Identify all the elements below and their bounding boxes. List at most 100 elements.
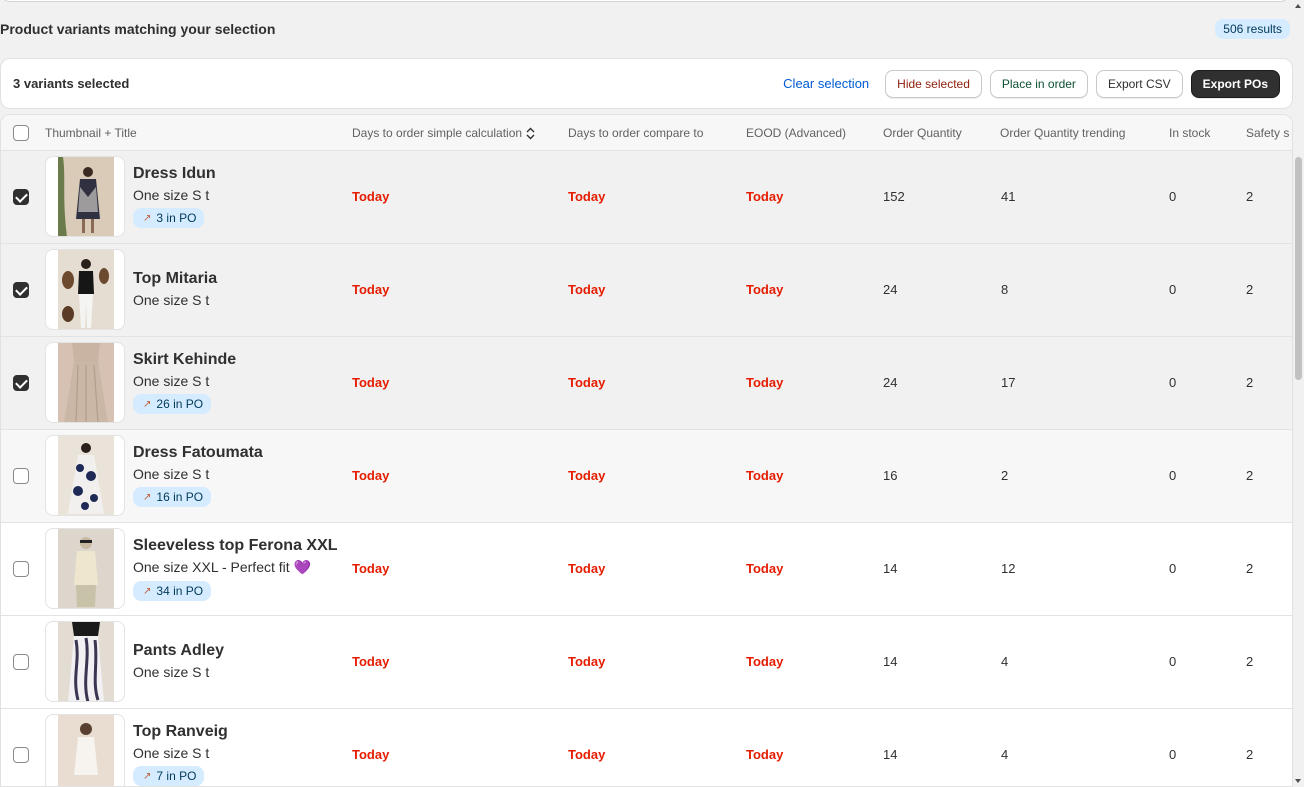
row-checkbox[interactable] <box>13 468 29 484</box>
product-title[interactable]: Pants Adley <box>133 642 224 660</box>
row-checkbox[interactable] <box>13 747 29 763</box>
variant-label: One size S t <box>133 466 210 482</box>
product-thumbnail[interactable] <box>45 714 125 786</box>
order-quantity-cell: 24 <box>883 375 898 390</box>
safety-stock-cell: 2 <box>1246 282 1254 297</box>
select-all-checkbox[interactable] <box>13 125 29 141</box>
column-header-days-simple[interactable]: Days to order simple calculation <box>352 126 535 140</box>
in-stock-cell: 0 <box>1169 654 1177 669</box>
table-row[interactable]: Top Mitaria One size S t Today Today Tod… <box>1 244 1292 337</box>
row-checkbox[interactable] <box>13 375 29 391</box>
page-title: Product variants matching your selection <box>0 21 276 37</box>
days-compare-cell: Today <box>568 375 606 390</box>
table-row[interactable]: Top Ranveig One size S t ↗ 7 in PO Today … <box>1 709 1292 786</box>
column-header-thumbnail-title[interactable]: Thumbnail + Title <box>45 126 137 140</box>
days-simple-cell: Today <box>352 375 390 390</box>
table-row[interactable]: Skirt Kehinde One size S t ↗ 26 in PO Tod… <box>1 337 1292 430</box>
days-simple-cell: Today <box>352 654 390 669</box>
product-title[interactable]: Dress Idun <box>133 165 216 183</box>
in-stock-cell: 0 <box>1169 747 1177 762</box>
product-title[interactable]: Dress Fatoumata <box>133 444 263 462</box>
scrollbar-thumb[interactable] <box>1295 157 1302 380</box>
variant-label: One size S t <box>133 187 210 203</box>
column-header-order-quantity[interactable]: Order Quantity <box>883 126 962 140</box>
results-count-badge: 506 results <box>1215 19 1290 39</box>
order-quantity-trending-cell: 2 <box>1001 468 1009 483</box>
product-info: Top Ranveig One size S t ↗ 7 in PO <box>133 723 228 786</box>
table-row[interactable]: Dress Fatoumata One size S t ↗ 16 in PO T… <box>1 430 1292 523</box>
in-stock-cell: 0 <box>1169 468 1177 483</box>
package-icon: ↗ <box>143 770 152 782</box>
package-icon: ↗ <box>143 491 152 503</box>
table-header: Thumbnail + Title Days to order simple c… <box>1 115 1292 151</box>
product-title[interactable]: Sleeveless top Ferona XXL <box>133 537 338 555</box>
column-header-days-simple-label: Days to order simple calculation <box>352 126 523 140</box>
table-row[interactable]: Pants Adley One size S t Today Today Tod… <box>1 616 1292 709</box>
place-in-order-button[interactable]: Place in order <box>989 69 1088 98</box>
product-title[interactable]: Skirt Kehinde <box>133 351 236 369</box>
days-compare-cell: Today <box>568 189 606 204</box>
po-badge: ↗ 16 in PO <box>133 487 212 507</box>
variant-label: One size S t <box>133 745 210 761</box>
product-thumbnail[interactable] <box>45 621 125 702</box>
in-stock-cell: 0 <box>1169 282 1177 297</box>
package-icon: ↗ <box>143 585 152 597</box>
scroll-down-icon[interactable] <box>1295 779 1301 783</box>
column-header-eood[interactable]: EOOD (Advanced) <box>746 126 846 140</box>
package-icon: ↗ <box>143 212 152 224</box>
days-simple-cell: Today <box>352 747 390 762</box>
order-quantity-cell: 16 <box>883 468 898 483</box>
days-compare-cell: Today <box>568 282 606 297</box>
row-checkbox[interactable] <box>13 189 29 205</box>
days-compare-cell: Today <box>568 747 606 762</box>
order-quantity-trending-cell: 4 <box>1001 747 1009 762</box>
variant-label: One size S t <box>133 292 210 308</box>
export-pos-button[interactable]: Export POs <box>1190 69 1280 98</box>
variant-label: One size XXL - Perfect fit 💜 <box>133 559 311 575</box>
table-row[interactable]: Sleeveless top Ferona XXL One size XXL -… <box>1 523 1292 616</box>
eood-cell: Today <box>746 654 784 669</box>
column-header-days-compare[interactable]: Days to order compare to <box>568 126 703 140</box>
product-thumbnail[interactable] <box>45 249 125 330</box>
po-badge: ↗ 26 in PO <box>133 394 212 414</box>
order-quantity-trending-cell: 4 <box>1001 654 1009 669</box>
product-info: Dress Fatoumata One size S t ↗ 16 in PO <box>133 444 263 507</box>
product-thumbnail[interactable] <box>45 156 125 237</box>
column-header-order-quantity-trending[interactable]: Order Quantity trending <box>1000 126 1125 140</box>
order-quantity-trending-cell: 8 <box>1001 282 1009 297</box>
row-checkbox[interactable] <box>13 654 29 670</box>
order-quantity-trending-cell: 17 <box>1001 375 1016 390</box>
row-checkbox[interactable] <box>13 282 29 298</box>
in-stock-cell: 0 <box>1169 561 1177 576</box>
scroll-up-icon[interactable] <box>1295 4 1301 8</box>
export-csv-button[interactable]: Export CSV <box>1095 69 1183 98</box>
days-simple-cell: Today <box>352 282 390 297</box>
order-quantity-trending-cell: 12 <box>1001 561 1016 576</box>
hide-selected-button[interactable]: Hide selected <box>885 69 982 98</box>
variants-table: Thumbnail + Title Days to order simple c… <box>0 114 1293 787</box>
sort-icon[interactable] <box>526 127 535 140</box>
po-badge: ↗ 7 in PO <box>133 766 205 786</box>
in-stock-cell: 0 <box>1169 189 1177 204</box>
column-header-in-stock[interactable]: In stock <box>1169 126 1210 140</box>
product-thumbnail[interactable] <box>45 528 125 609</box>
eood-cell: Today <box>746 468 784 483</box>
product-title[interactable]: Top Ranveig <box>133 723 228 741</box>
days-simple-cell: Today <box>352 189 390 204</box>
table-row[interactable]: Dress Idun One size S t ↗ 3 in PO Today T… <box>1 151 1292 244</box>
row-checkbox[interactable] <box>13 561 29 577</box>
safety-stock-cell: 2 <box>1246 561 1254 576</box>
days-simple-cell: Today <box>352 561 390 576</box>
po-badge-label: 16 in PO <box>156 490 204 504</box>
column-header-safety-stock[interactable]: Safety s <box>1246 126 1289 140</box>
safety-stock-cell: 2 <box>1246 468 1254 483</box>
clear-selection-button[interactable]: Clear selection <box>783 76 869 91</box>
days-compare-cell: Today <box>568 654 606 669</box>
product-thumbnail[interactable] <box>45 435 125 516</box>
safety-stock-cell: 2 <box>1246 189 1254 204</box>
product-title[interactable]: Top Mitaria <box>133 270 217 288</box>
top-card-edge <box>0 0 1290 2</box>
safety-stock-cell: 2 <box>1246 654 1254 669</box>
page-scrollbar[interactable] <box>1293 0 1304 787</box>
product-thumbnail[interactable] <box>45 342 125 423</box>
